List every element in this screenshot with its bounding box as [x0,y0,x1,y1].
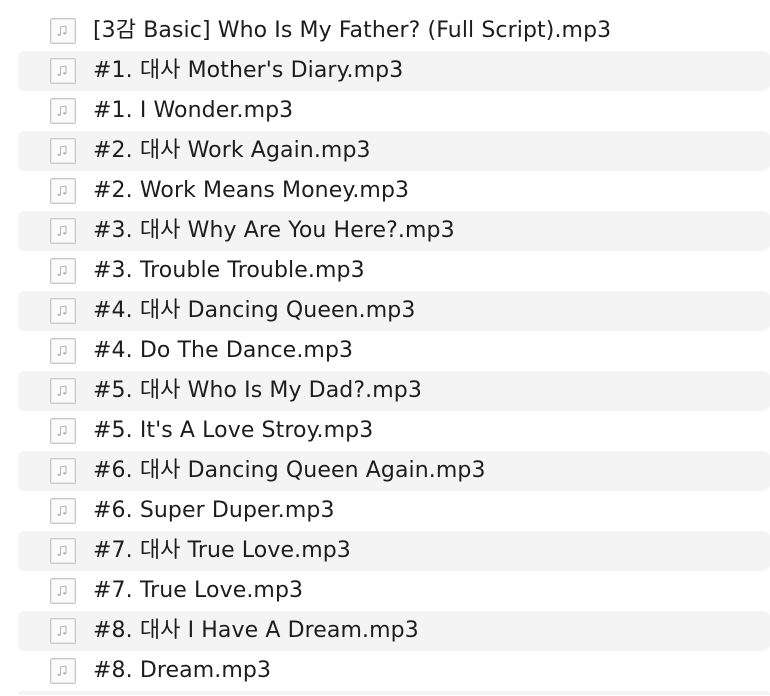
file-row[interactable]: #8. 대사 I Have A Dream.mp3 [18,611,770,651]
file-name: #5. 대사 Who Is My Dad?.mp3 [93,378,422,403]
file-row[interactable]: #1. I Wonder.mp3 [18,91,770,131]
file-name: #7. 대사 True Love.mp3 [93,538,351,563]
file-name: #1. 대사 Mother's Diary.mp3 [93,58,404,83]
file-name: #6. 대사 Dancing Queen Again.mp3 [93,458,486,483]
file-name: #4. Do The Dance.mp3 [93,338,354,363]
file-row[interactable]: #2. Work Means Money.mp3 [18,171,770,211]
file-row[interactable]: #6. 대사 Dancing Queen Again.mp3 [18,451,770,491]
file-row[interactable]: #4. 대사 Dancing Queen.mp3 [18,291,770,331]
file-name: #3. 대사 Why Are You Here?.mp3 [93,218,455,243]
audio-file-icon [50,98,76,124]
audio-file-icon [50,658,76,684]
file-name: #8. 대사 I Have A Dream.mp3 [93,618,419,643]
audio-file-icon [50,58,76,84]
file-name: [3감 Basic] Who Is My Father? (Full Scrip… [93,18,612,43]
file-name: #6. Super Duper.mp3 [93,498,335,523]
audio-file-icon [50,578,76,604]
file-row[interactable]: #5. 대사 Who Is My Dad?.mp3 [18,371,770,411]
file-row[interactable]: #4. Do The Dance.mp3 [18,331,770,371]
audio-file-icon [50,138,76,164]
file-name: #2. Work Means Money.mp3 [93,178,410,203]
file-name: #7. True Love.mp3 [93,578,304,603]
file-row[interactable]: #7. 대사 True Love.mp3 [18,531,770,571]
audio-file-icon [50,178,76,204]
file-row[interactable]: #3. 대사 Why Are You Here?.mp3 [18,211,770,251]
file-row[interactable]: #7. True Love.mp3 [18,571,770,611]
file-name: #8. Dream.mp3 [93,658,272,683]
file-name: #3. Trouble Trouble.mp3 [93,258,365,283]
audio-file-icon [50,418,76,444]
audio-file-icon [50,538,76,564]
file-name: #2. 대사 Work Again.mp3 [93,138,371,163]
file-row[interactable]: #6. Super Duper.mp3 [18,491,770,531]
file-name: #1. I Wonder.mp3 [93,98,294,123]
audio-file-icon [50,618,76,644]
file-row[interactable]: #2. 대사 Work Again.mp3 [18,131,770,171]
audio-file-icon [50,218,76,244]
audio-file-icon [50,258,76,284]
file-list: [3감 Basic] Who Is My Father? (Full Scrip… [0,0,770,696]
audio-file-icon [50,498,76,524]
audio-file-icon [50,378,76,404]
file-row[interactable]: #8. Dream.mp3 [18,651,770,691]
file-row-partial [18,691,770,695]
audio-file-icon [50,298,76,324]
audio-file-icon [50,338,76,364]
file-row[interactable]: #5. It's A Love Stroy.mp3 [18,411,770,451]
file-row[interactable]: #1. 대사 Mother's Diary.mp3 [18,51,770,91]
audio-file-icon [50,18,76,44]
file-name: #5. It's A Love Stroy.mp3 [93,418,374,443]
file-row[interactable]: [3감 Basic] Who Is My Father? (Full Scrip… [18,11,770,51]
file-name: #4. 대사 Dancing Queen.mp3 [93,298,416,323]
file-row[interactable]: #3. Trouble Trouble.mp3 [18,251,770,291]
audio-file-icon [50,458,76,484]
